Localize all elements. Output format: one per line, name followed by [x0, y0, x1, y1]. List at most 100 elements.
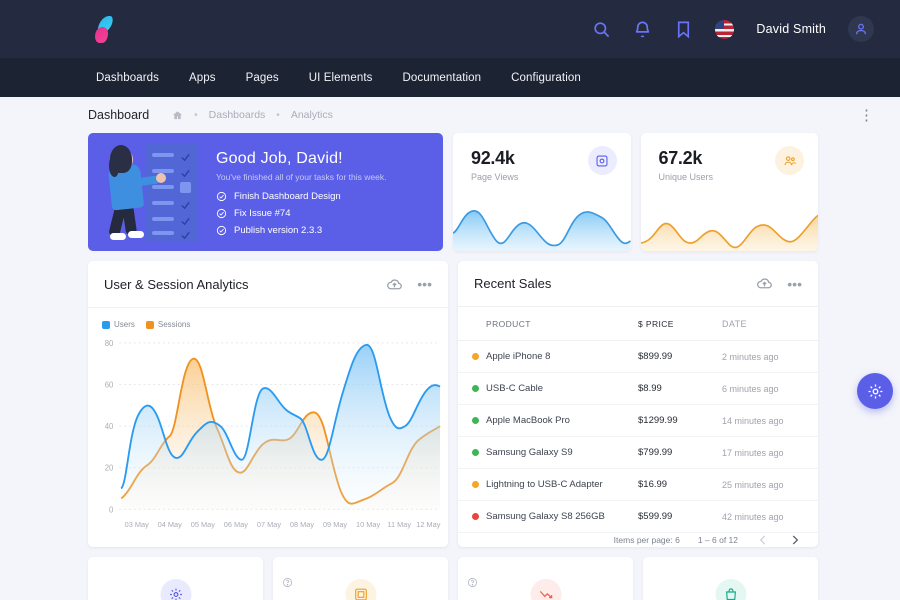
bookmark-icon[interactable] — [674, 20, 693, 39]
table-row[interactable]: Apple iPhone 8 $899.99 2 minutes ago — [458, 340, 818, 373]
table-header: PRODUCT $ PRICE DATE — [458, 307, 818, 341]
users-area — [121, 344, 441, 510]
svg-text:07 May: 07 May — [257, 520, 281, 529]
mini-card-2[interactable] — [273, 557, 448, 600]
status-dot — [472, 481, 479, 488]
nav-item-ui-elements[interactable]: UI Elements — [309, 72, 373, 84]
user-session-analytics-card: User & Session Analytics ••• Users Sessi… — [88, 261, 448, 547]
cell-product: Samsung Galaxy S8 256GB — [486, 500, 638, 533]
app-logo[interactable] — [88, 12, 122, 46]
legend-item-sessions[interactable]: Sessions — [145, 320, 190, 329]
stat-card-page-views: 92.4k Page Views — [453, 133, 631, 251]
status-dot — [472, 353, 479, 360]
status-dot — [472, 449, 479, 456]
legend-swatch-users — [102, 320, 110, 329]
table-pagination: Items per page: 6 1 – 6 of 12 — [458, 533, 818, 547]
svg-text:0: 0 — [109, 505, 114, 514]
svg-text:12 May: 12 May — [416, 520, 440, 529]
welcome-card: Good Job, David! You've finished all of … — [88, 133, 443, 251]
user-icon — [855, 23, 867, 35]
image-preview-icon — [596, 154, 608, 167]
settings-fab-button[interactable] — [857, 373, 893, 409]
pagination-next-button[interactable] — [788, 533, 802, 547]
window-frame-icon — [354, 588, 367, 600]
bell-icon[interactable] — [633, 20, 652, 39]
mini-card-4[interactable] — [643, 557, 818, 600]
svg-text:08 May: 08 May — [290, 520, 314, 529]
user-name-label: David Smith — [756, 22, 826, 36]
pagination-prev-button[interactable] — [756, 533, 770, 547]
nav-item-configuration[interactable]: Configuration — [511, 72, 581, 84]
check-circle-icon — [216, 208, 227, 219]
cell-price: $599.99 — [638, 500, 722, 533]
settings-gear-icon — [169, 588, 182, 600]
legend-swatch-sessions — [145, 320, 154, 329]
page-options-menu-icon[interactable]: ⋮ — [859, 108, 874, 123]
nav-item-apps[interactable]: Apps — [189, 72, 216, 84]
table-row[interactable]: Samsung Galaxy S9 $799.99 17 minutes ago — [458, 436, 818, 469]
search-icon[interactable] — [592, 20, 611, 39]
svg-text:11 May: 11 May — [387, 520, 411, 529]
cell-product: Apple MacBook Pro — [486, 404, 638, 437]
task-label: Fix Issue #74 — [234, 208, 291, 219]
breadcrumb-separator-2: • — [276, 109, 280, 121]
mini-card-3[interactable] — [458, 557, 633, 600]
welcome-title: Good Job, David! — [216, 150, 343, 167]
unique-users-badge — [775, 146, 804, 175]
table-row[interactable]: Samsung Galaxy S8 256GB $599.99 42 minut… — [458, 500, 818, 533]
cell-price: $16.99 — [638, 468, 722, 501]
breadcrumb-separator-1: • — [194, 109, 198, 121]
logo-swoosh-pink — [93, 27, 110, 43]
cell-date: 42 minutes ago — [722, 500, 818, 533]
svg-text:04 May: 04 May — [158, 520, 182, 529]
mini-card-1[interactable] — [88, 557, 263, 600]
status-dot — [472, 417, 479, 424]
home-icon[interactable] — [172, 110, 183, 121]
avatar[interactable] — [848, 16, 874, 42]
analytics-chart-area: 80 60 40 20 0 03 May 04 May 05 May 06 Ma… — [88, 329, 448, 547]
welcome-text-block: Good Job, David! You've finished all of … — [210, 148, 386, 236]
cell-price: $8.99 — [638, 372, 722, 405]
task-item: Publish version 2.3.3 — [216, 225, 386, 236]
analytics-card-header: User & Session Analytics ••• — [88, 261, 448, 308]
help-circle-icon[interactable] — [282, 577, 293, 588]
column-price: $ PRICE — [638, 307, 722, 341]
analytics-card-menu-icon[interactable]: ••• — [417, 277, 432, 291]
page-title: Dashboard — [88, 108, 150, 122]
flag-icon[interactable] — [715, 19, 735, 39]
check-circle-icon — [216, 191, 227, 202]
main-navigation-bar: Dashboards Apps Pages UI Elements Docume… — [0, 58, 900, 97]
items-per-page-label[interactable]: Items per page: 6 — [614, 535, 680, 545]
table-row[interactable]: USB-C Cable $8.99 6 minutes ago — [458, 372, 818, 405]
table-row[interactable]: Lightning to USB-C Adapter $16.99 25 min… — [458, 468, 818, 501]
legend-item-users[interactable]: Users — [102, 320, 135, 329]
cloud-upload-icon[interactable] — [386, 276, 403, 293]
cell-price: $1299.99 — [638, 404, 722, 437]
chart-legend: Users Sessions — [88, 308, 448, 329]
svg-text:05 May: 05 May — [191, 520, 215, 529]
task-label: Publish version 2.3.3 — [234, 225, 323, 236]
breadcrumb-link-dashboards[interactable]: Dashboards — [209, 109, 266, 121]
welcome-illustration — [88, 133, 210, 251]
table-row[interactable]: Apple MacBook Pro $1299.99 14 minutes ag… — [458, 404, 818, 437]
settings-badge — [160, 579, 191, 600]
window-badge — [345, 579, 376, 600]
cloud-upload-icon[interactable] — [756, 275, 773, 292]
svg-text:09 May: 09 May — [323, 520, 347, 529]
column-date: DATE — [722, 307, 818, 341]
nav-item-documentation[interactable]: Documentation — [402, 72, 481, 84]
help-circle-icon[interactable] — [467, 577, 478, 588]
cell-price: $799.99 — [638, 436, 722, 469]
shopping-bag-badge — [715, 579, 746, 600]
column-status — [458, 307, 486, 341]
sales-card-menu-icon[interactable]: ••• — [787, 277, 802, 291]
pagination-range-label: 1 – 6 of 12 — [697, 535, 738, 545]
status-dot — [472, 385, 479, 392]
task-item: Finish Dashboard Design — [216, 191, 386, 202]
chart-y-axis-labels: 80 60 40 20 0 — [105, 339, 114, 515]
cell-date: 6 minutes ago — [722, 372, 818, 405]
nav-item-dashboards[interactable]: Dashboards — [96, 72, 159, 84]
breadcrumb-link-analytics[interactable]: Analytics — [291, 109, 333, 121]
nav-item-pages[interactable]: Pages — [246, 72, 279, 84]
recent-sales-card: Recent Sales ••• PRODUCT $ PRICE DATE Ap… — [458, 261, 818, 547]
